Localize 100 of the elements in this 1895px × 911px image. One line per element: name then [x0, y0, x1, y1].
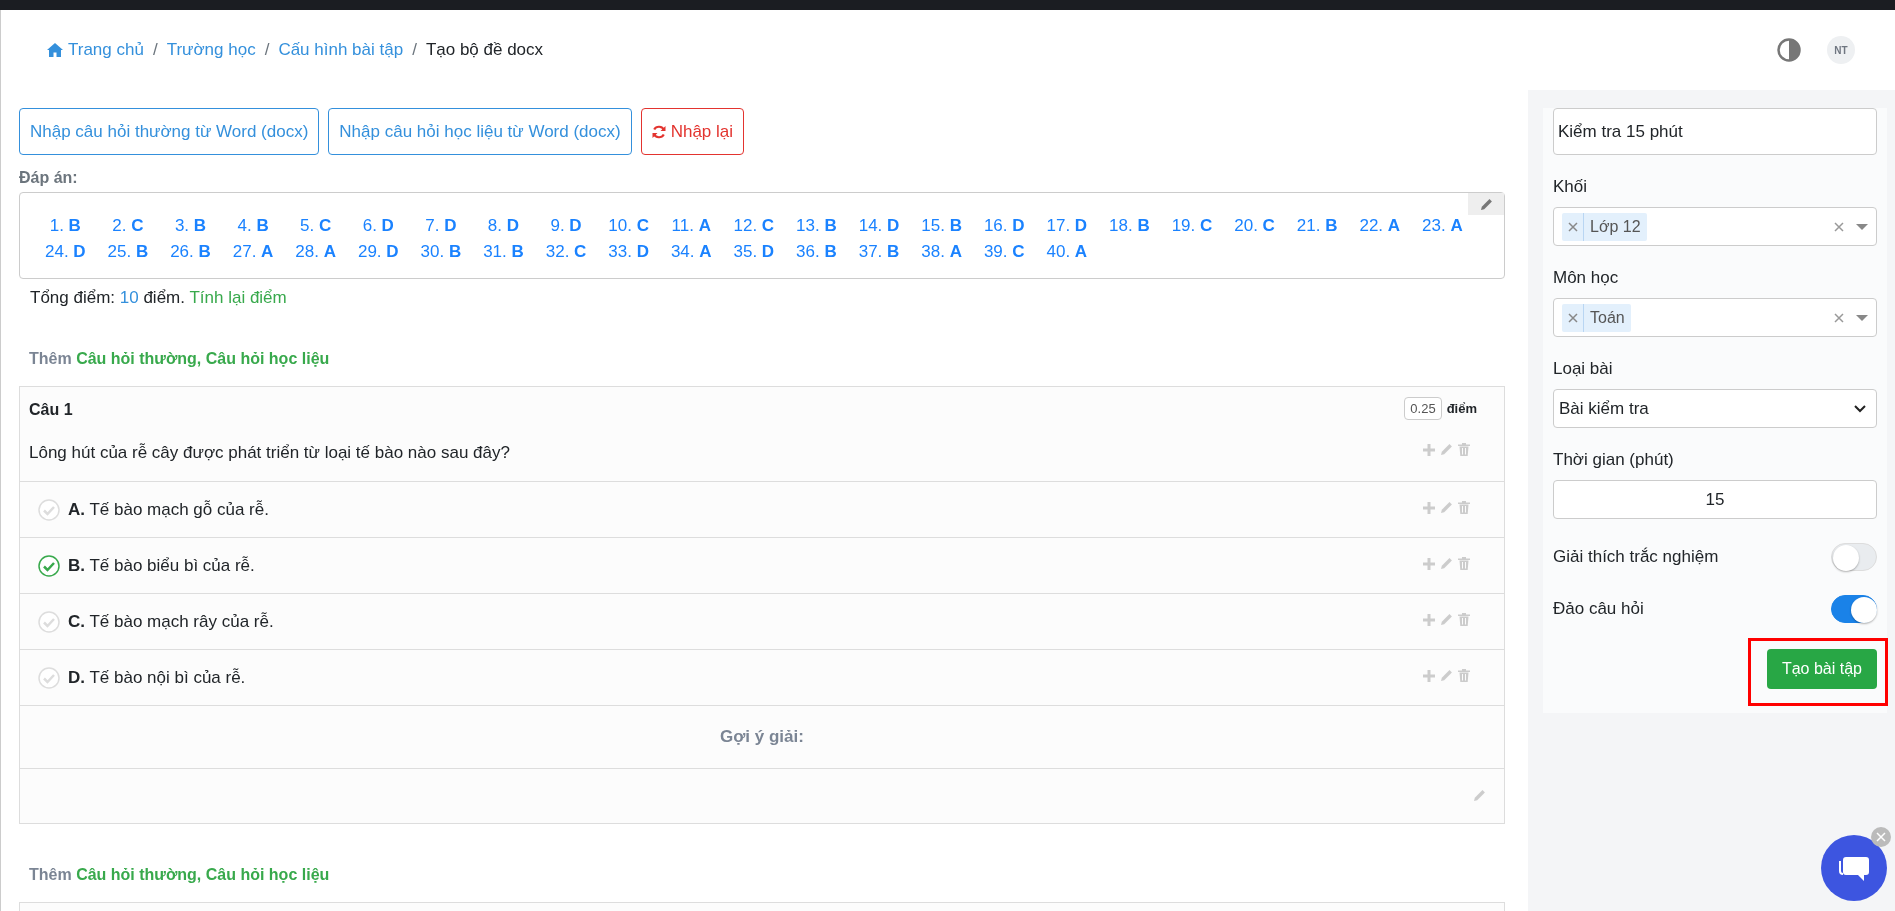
- clear-icon: [1834, 312, 1844, 323]
- total-score-unit: điểm.: [142, 288, 186, 307]
- number-field[interactable]: 15: [1553, 480, 1877, 519]
- user-avatar[interactable]: NT: [1827, 36, 1855, 64]
- breadcrumb-current: Tạo bộ đề docx: [425, 40, 544, 60]
- score-field[interactable]: 0.25: [1404, 397, 1442, 420]
- answer-key-item: 10. C: [607, 215, 650, 237]
- answer-key-item: 40. A: [1045, 241, 1089, 263]
- toggle-switch[interactable]: [1831, 595, 1877, 623]
- field-label: Loại bài: [1553, 359, 1614, 379]
- import-button[interactable]: Nhập câu hỏi học liệu từ Word (docx): [328, 108, 632, 155]
- answer-key-item: 31. B: [482, 241, 525, 263]
- answer-key-item: 35. D: [732, 241, 776, 263]
- close-icon: [1567, 312, 1578, 323]
- check-icon[interactable]: [38, 498, 60, 521]
- plus-icon: [1423, 557, 1435, 570]
- answer-key-item: 23. A: [1421, 215, 1464, 237]
- correct-check-icon[interactable]: [38, 554, 60, 577]
- tag-select[interactable]: Toán: [1553, 298, 1877, 337]
- add-question-link[interactable]: Câu hỏi thường: [76, 866, 197, 883]
- breadcrumb-link[interactable]: Cấu hình bài tập: [278, 40, 404, 60]
- answer-key-label: Đáp án:: [19, 169, 79, 187]
- answer-key-item: 9. D: [549, 215, 583, 237]
- contrast-icon[interactable]: [1777, 38, 1801, 62]
- add-question-link[interactable]: Câu hỏi thường: [76, 350, 197, 367]
- answer-key-item: 11. A: [670, 215, 712, 237]
- answer-key-item: 19. C: [1170, 215, 1214, 237]
- toggle-label: Giải thích trắc nghiệm: [1553, 547, 1719, 567]
- pencil-icon: [1440, 613, 1453, 626]
- answer-key-item: 17. D: [1045, 215, 1089, 237]
- clear-icon: [1834, 221, 1844, 232]
- link-separator: ,: [196, 350, 203, 367]
- breadcrumb-link[interactable]: Trang chủ: [47, 40, 144, 60]
- breadcrumb-separator: /: [264, 40, 270, 60]
- caret-icon: [1856, 314, 1868, 321]
- pencil-icon: [1440, 669, 1453, 682]
- answer-key-item: 5. C: [299, 215, 333, 237]
- tag-select[interactable]: Lớp 12: [1553, 207, 1877, 246]
- option-text: A. Tế bào mạch gỗ của rễ.: [68, 499, 269, 520]
- add-label: Thêm: [29, 866, 73, 883]
- create-exercise-button[interactable]: Tạo bài tập: [1766, 649, 1877, 689]
- pencil-icon: [1473, 789, 1486, 802]
- recalculate-link[interactable]: Tính lại điểm: [189, 288, 287, 307]
- answer-key-item: 36. B: [795, 241, 838, 263]
- option-text: B. Tế bào biểu bì của rễ.: [68, 555, 255, 576]
- answer-key-item: 7. D: [424, 215, 458, 237]
- answer-key-item: 27. A: [231, 241, 275, 263]
- answer-key-item: 32. C: [544, 241, 588, 263]
- check-icon[interactable]: [38, 666, 60, 689]
- trash-icon: [1458, 613, 1470, 626]
- answer-key-item: 25. B: [106, 241, 150, 263]
- title-field[interactable]: Kiểm tra 15 phút: [1553, 108, 1877, 155]
- pencil-icon: [1440, 501, 1453, 514]
- add-question-link[interactable]: Câu hỏi học liệu: [205, 350, 330, 367]
- answer-key-item: 15. B: [920, 215, 963, 237]
- answer-key-item: 39. C: [982, 241, 1026, 263]
- option-text: C. Tế bào mạch rây của rễ.: [68, 611, 274, 632]
- answer-key-item: 21. B: [1295, 215, 1339, 237]
- answer-key-item: 13. B: [795, 215, 838, 237]
- toggle-label: Đảo câu hỏi: [1553, 599, 1644, 619]
- trash-icon: [1458, 669, 1470, 682]
- answer-key-item: 1. B: [48, 215, 82, 237]
- caret-icon: [1856, 223, 1868, 230]
- close-chat-button[interactable]: [1871, 827, 1891, 847]
- answer-key-item: 16. D: [982, 215, 1026, 237]
- score-unit: điểm: [1446, 401, 1477, 416]
- answer-key-item: 12. C: [732, 215, 776, 237]
- answer-key-item: 29. D: [356, 241, 400, 263]
- question-title: Câu 1: [29, 401, 73, 419]
- answer-key-item: 34. A: [669, 241, 713, 263]
- check-icon[interactable]: [38, 610, 60, 633]
- reset-button[interactable]: Nhập lại: [640, 108, 745, 155]
- field-label: Thời gian (phút): [1553, 450, 1675, 470]
- answer-key-item: 2. C: [111, 215, 145, 237]
- trash-icon: [1458, 501, 1470, 514]
- total-score-label: Tổng điểm:: [30, 288, 117, 307]
- add-label: Thêm: [29, 350, 73, 367]
- pencil-icon: [1479, 197, 1493, 211]
- breadcrumb-link[interactable]: Trường học: [166, 40, 256, 60]
- field-label: Môn học: [1553, 268, 1620, 288]
- edit-answers-button[interactable]: [1468, 193, 1504, 215]
- close-icon: [1876, 832, 1886, 842]
- plus-icon: [1423, 669, 1435, 682]
- import-button[interactable]: Nhập câu hỏi thường từ Word (docx): [19, 108, 320, 155]
- total-score-value: 10: [119, 288, 139, 307]
- answer-key-item: 14. D: [857, 215, 901, 237]
- answer-key-item: 38. A: [920, 241, 963, 263]
- chevron-icon: [1854, 404, 1866, 413]
- add-question-link[interactable]: Câu hỏi học liệu: [205, 866, 330, 883]
- refresh-icon: [651, 124, 666, 139]
- hint-label: Gợi ý giải:: [20, 706, 1504, 769]
- answer-key-item: 30. B: [419, 241, 463, 263]
- pencil-icon: [1440, 443, 1453, 456]
- answer-key-item: 28. A: [294, 241, 337, 263]
- breadcrumb-separator: /: [152, 40, 158, 60]
- plus-icon: [1423, 613, 1435, 626]
- select-field[interactable]: Bài kiểm tra: [1553, 389, 1877, 428]
- breadcrumb-separator: /: [412, 40, 417, 60]
- close-icon: [1567, 221, 1578, 232]
- pencil-icon: [1440, 557, 1453, 570]
